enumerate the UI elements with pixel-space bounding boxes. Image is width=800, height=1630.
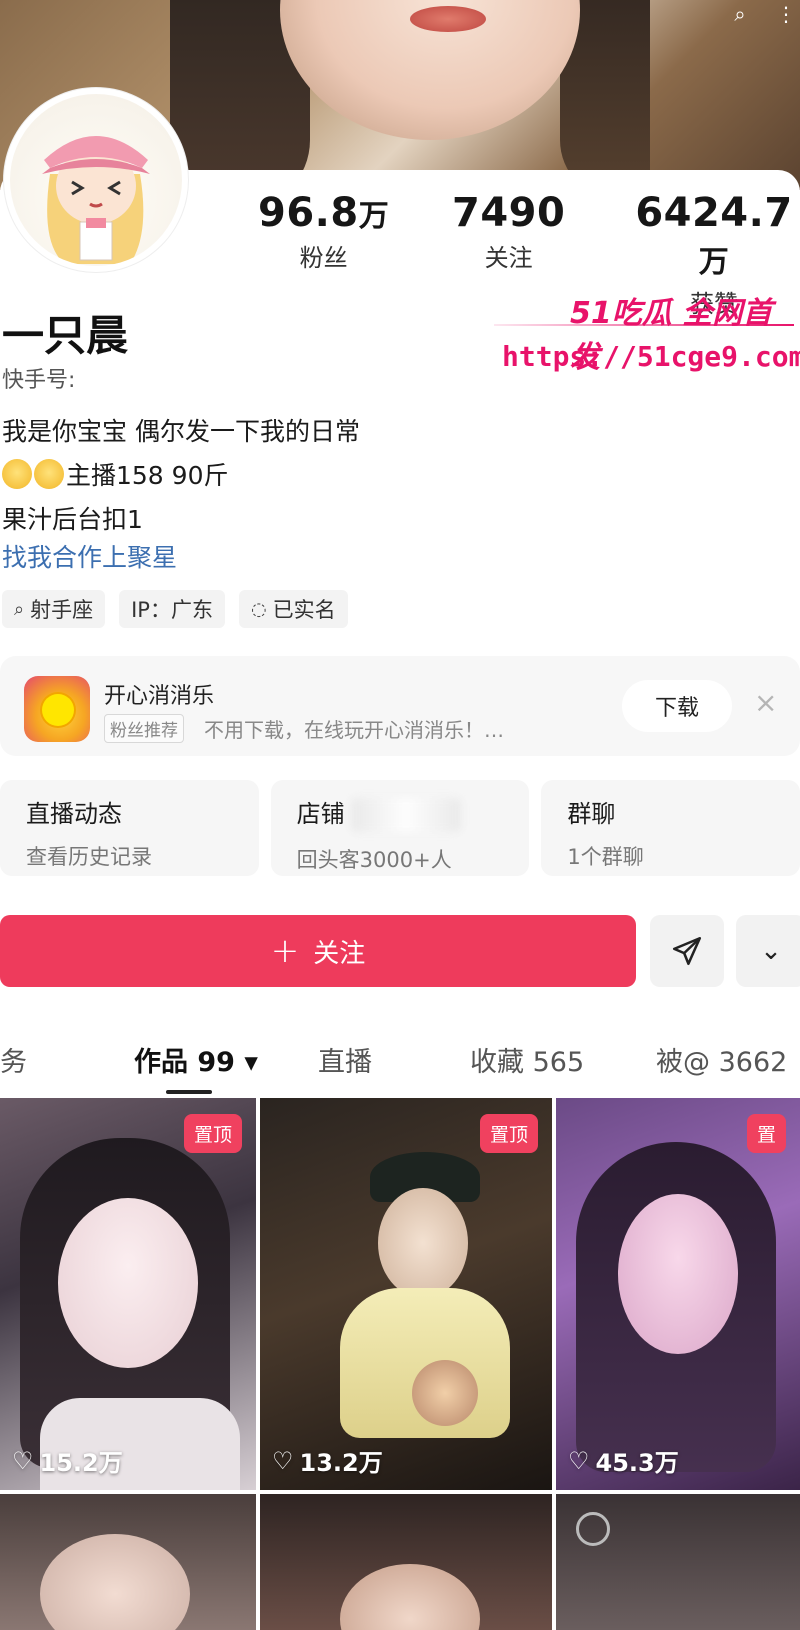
bio: 我是你宝宝 偶尔发一下我的日常 主播158 90斤 果汁后台扣1 <box>2 410 360 542</box>
feature-subtitle: 回头客3000+人 <box>296 848 452 872</box>
tab-mentions[interactable]: 被@ 3662 <box>656 1040 787 1079</box>
collab-link[interactable]: 找我合作上聚星 <box>2 538 177 574</box>
follow-label: 关注 <box>313 938 366 969</box>
stat-value: 7490 <box>452 190 566 236</box>
search-icon[interactable]: ⌕ <box>726 4 754 26</box>
like-count: ♡ 13.2万 <box>272 1446 383 1478</box>
follow-button[interactable]: + 关注 <box>0 915 636 987</box>
tab-services[interactable]: 务 <box>0 1040 27 1079</box>
pleading-face-emoji-icon <box>34 459 64 489</box>
video-thumbnail[interactable] <box>0 1494 256 1630</box>
stat-fans[interactable]: 96.8万 粉丝 <box>258 190 389 273</box>
feature-cards: 直播动态 查看历史记录 店铺 回头客3000+人 群聊 1个群聊 <box>0 780 800 876</box>
tag-verified[interactable]: ◌ 已实名 <box>238 590 348 628</box>
ad-badge: 粉丝推荐 <box>104 714 184 743</box>
feature-subtitle: 查看历史记录 <box>26 845 152 869</box>
feature-shop[interactable]: 店铺 回头客3000+人 <box>270 780 530 876</box>
game-app-icon <box>24 676 90 742</box>
share-button[interactable] <box>650 915 724 987</box>
bio-line: 主播158 90斤 <box>2 454 360 498</box>
pinned-badge: 置顶 <box>479 1114 538 1153</box>
send-icon <box>672 936 702 966</box>
like-count: ♡ 45.3万 <box>568 1446 679 1478</box>
tag-ip-location: IP：广东 <box>119 590 225 628</box>
shield-check-icon: ◌ <box>250 598 267 620</box>
search-icon: ⌕ <box>14 598 25 620</box>
watermark-line <box>494 324 794 326</box>
content-tabs: 务 作品 99 ▾ 直播 收藏 565 被@ 3662 <box>0 1032 800 1092</box>
chevron-down-icon[interactable]: ⌄ <box>736 915 800 987</box>
heart-icon: ♡ <box>12 1446 34 1475</box>
active-tab-indicator <box>166 1090 212 1094</box>
bio-line: 我是你宝宝 偶尔发一下我的日常 <box>2 417 360 446</box>
tab-works[interactable]: 作品 99 ▾ <box>134 1040 258 1079</box>
feature-title: 店铺 <box>297 794 504 832</box>
video-thumbnail[interactable]: 置 ♡ 45.3万 <box>556 1098 800 1490</box>
username: 一只晨 <box>2 311 129 360</box>
watermark-url: https://51cge9.com <box>502 340 800 373</box>
pinned-badge: 置 <box>746 1114 786 1153</box>
stat-label: 关注 <box>484 244 533 272</box>
video-thumbnail[interactable]: 置顶 ♡ 13.2万 <box>260 1098 552 1490</box>
cover-photo-detail <box>410 6 486 32</box>
video-thumbnail[interactable]: 置顶 ♡ 15.2万 <box>0 1098 256 1490</box>
ad-title: 开心消消乐 <box>104 684 215 709</box>
feature-group-chat[interactable]: 群聊 1个群聊 <box>541 780 800 876</box>
ad-description: 不用下载，在线玩开心消消乐！… <box>204 718 504 742</box>
kuaishou-id[interactable]: 快手号: <box>2 362 75 394</box>
video-grid: 置顶 ♡ 15.2万 置顶 ♡ 13.2万 置 ♡ 45.3万 <box>0 1098 800 1630</box>
pleading-face-emoji-icon <box>2 459 32 489</box>
tab-live[interactable]: 直播 <box>318 1040 372 1079</box>
like-count: ♡ 15.2万 <box>12 1446 123 1478</box>
feature-title: 直播动态 <box>26 800 122 828</box>
close-icon[interactable]: × <box>754 686 777 719</box>
blurred-region <box>350 798 461 832</box>
video-thumbnail[interactable] <box>556 1494 800 1630</box>
profile-tags: ⌕ 射手座 IP：广东 ◌ 已实名 <box>2 590 348 628</box>
video-thumbnail[interactable] <box>260 1494 552 1630</box>
stat-following[interactable]: 7490 关注 <box>452 190 565 273</box>
heart-icon: ♡ <box>272 1446 294 1475</box>
stat-label: 粉丝 <box>299 244 348 272</box>
profile-stats: 96.8万 粉丝 7490 关注 6424.7万 获赞 <box>240 190 800 318</box>
download-button[interactable]: 下载 <box>622 680 732 732</box>
stat-value: 6424.7万 <box>635 190 793 280</box>
more-menu-icon[interactable]: ⋮ <box>772 4 800 26</box>
feature-subtitle: 1个群聊 <box>567 845 644 869</box>
feature-title: 群聊 <box>567 800 616 828</box>
heart-icon: ♡ <box>568 1446 590 1475</box>
top-action-bar: ⌕ ⋮ <box>726 0 800 30</box>
bio-line: 果汁后台扣1 <box>2 505 143 534</box>
tab-favorites[interactable]: 收藏 565 <box>470 1040 584 1079</box>
feature-live-history[interactable]: 直播动态 查看历史记录 <box>0 780 259 876</box>
game-ad-banner[interactable]: 开心消消乐 粉丝推荐 不用下载，在线玩开心消消乐！… 下载 × <box>0 656 800 756</box>
stat-value: 96.8万 <box>258 190 390 236</box>
avatar-illustration <box>42 136 150 264</box>
pinned-badge: 置顶 <box>183 1114 242 1153</box>
plus-icon: + <box>270 931 300 971</box>
avatar[interactable] <box>4 88 188 272</box>
tag-zodiac[interactable]: ⌕ 射手座 <box>2 590 106 628</box>
